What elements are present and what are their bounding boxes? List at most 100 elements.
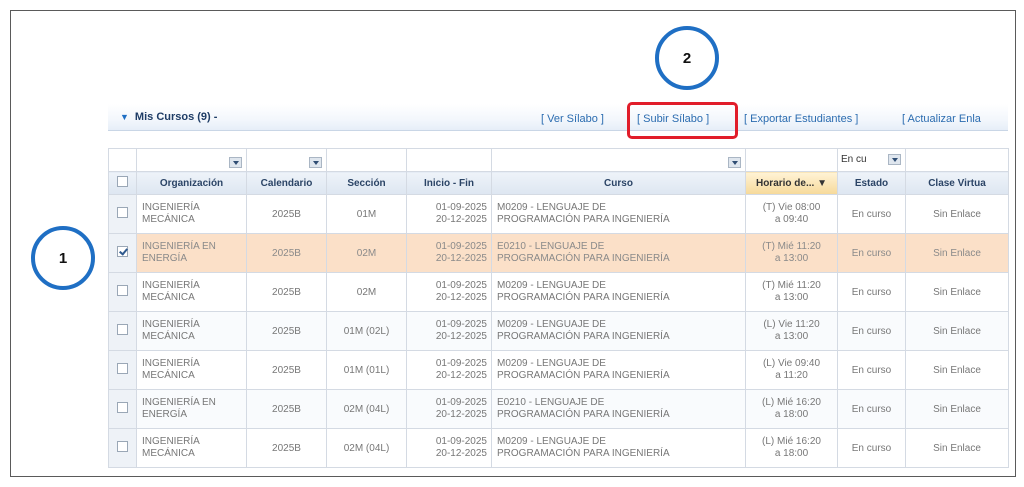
- cell-inicio-fin: 01-09-2025 20-12-2025: [406, 233, 492, 273]
- cell-horario: (T) Mié 11:20 a 13:00: [745, 233, 838, 273]
- header-row: Organización Calendario Sección Inicio -…: [108, 171, 1009, 195]
- dropdown-arrow-icon[interactable]: [888, 154, 901, 165]
- cell-curso: M0209 - LENGUAJE DE PROGRAMACIÓN PARA ING…: [491, 194, 746, 234]
- cell-curso: M0209 - LENGUAJE DE PROGRAMACIÓN PARA ING…: [491, 350, 746, 390]
- dropdown-arrow-icon[interactable]: [229, 157, 242, 168]
- actualizar-enlace-link[interactable]: [ Actualizar Enla: [902, 113, 981, 125]
- col-horario[interactable]: Horario de... ▼: [745, 171, 838, 195]
- courses-table: En cu Organización Calendario Sección In…: [108, 148, 1009, 468]
- cell-calendario: 2025B: [246, 233, 327, 273]
- cell-seccion: 02M: [326, 233, 407, 273]
- col-estado[interactable]: Estado: [837, 171, 906, 195]
- table-row[interactable]: INGENIERÍA EN ENERGÍA 2025B 02M 01-09-2025 20…: [108, 233, 1009, 273]
- col-curso[interactable]: Curso: [491, 171, 746, 195]
- row-checkbox[interactable]: [117, 363, 128, 374]
- table-row[interactable]: INGENIERÍA MECÁNICA 2025B 02M 01-09-2025 20-1…: [108, 272, 1009, 312]
- cell-estado: En curso: [837, 233, 906, 273]
- row-select-cell[interactable]: [108, 350, 137, 390]
- filter-seccion[interactable]: [326, 148, 407, 172]
- col-seccion[interactable]: Sección: [326, 171, 407, 195]
- table-row[interactable]: INGENIERÍA MECÁNICA 2025B 01M 01-09-2025 20-1…: [108, 194, 1009, 234]
- highlight-box-subir-silabo: [627, 102, 738, 139]
- row-select-cell[interactable]: [108, 272, 137, 312]
- filter-clase-virtual[interactable]: [905, 148, 1009, 172]
- cell-organizacion: INGENIERÍA EN ENERGÍA: [136, 389, 247, 429]
- ver-silabo-link[interactable]: [ Ver Sílabo ]: [541, 113, 604, 125]
- cell-seccion: 01M (01L): [326, 350, 407, 390]
- cell-curso: E0210 - LENGUAJE DE PROGRAMACIÓN PARA ING…: [491, 233, 746, 273]
- row-checkbox[interactable]: [117, 285, 128, 296]
- filter-estado[interactable]: En cu: [837, 148, 906, 172]
- cell-clase-virtual: Sin Enlace: [905, 389, 1009, 429]
- filter-inicio-fin[interactable]: [406, 148, 492, 172]
- cell-horario: (L) Mié 16:20 a 18:00: [745, 428, 838, 468]
- cell-horario: (T) Mié 11:20 a 13:00: [745, 272, 838, 312]
- cell-curso: M0209 - LENGUAJE DE PROGRAMACIÓN PARA ING…: [491, 428, 746, 468]
- cell-estado: En curso: [837, 428, 906, 468]
- row-checkbox[interactable]: [117, 246, 128, 257]
- row-select-cell[interactable]: [108, 233, 137, 273]
- dropdown-arrow-icon[interactable]: [728, 157, 741, 168]
- cell-organizacion: INGENIERÍA MECÁNICA: [136, 428, 247, 468]
- cell-horario: (L) Vie 11:20 a 13:00: [745, 311, 838, 351]
- callout-circle-2: 2: [655, 26, 719, 90]
- row-checkbox[interactable]: [117, 207, 128, 218]
- cell-estado: En curso: [837, 272, 906, 312]
- cell-clase-virtual: Sin Enlace: [905, 428, 1009, 468]
- table-row[interactable]: INGENIERÍA EN ENERGÍA 2025B 02M (04L) 01-09-…: [108, 389, 1009, 429]
- cell-organizacion: INGENIERÍA MECÁNICA: [136, 350, 247, 390]
- collapse-triangle-icon[interactable]: ▼: [120, 112, 129, 122]
- filter-organizacion[interactable]: [136, 148, 247, 172]
- col-calendario[interactable]: Calendario: [246, 171, 327, 195]
- row-select-cell[interactable]: [108, 194, 137, 234]
- filter-calendario[interactable]: [246, 148, 327, 172]
- cell-estado: En curso: [837, 311, 906, 351]
- table-row[interactable]: INGENIERÍA MECÁNICA 2025B 01M (01L) 01-09-20…: [108, 350, 1009, 390]
- cell-clase-virtual: Sin Enlace: [905, 194, 1009, 234]
- cell-organizacion: INGENIERÍA EN ENERGÍA: [136, 233, 247, 273]
- section-title[interactable]: ▼ Mis Cursos (9) -: [120, 111, 217, 123]
- table-row[interactable]: INGENIERÍA MECÁNICA 2025B 02M (04L) 01-09-20…: [108, 428, 1009, 468]
- cell-clase-virtual: Sin Enlace: [905, 311, 1009, 351]
- dropdown-arrow-icon[interactable]: [309, 157, 322, 168]
- select-all-checkbox[interactable]: [117, 176, 128, 187]
- cell-estado: En curso: [837, 350, 906, 390]
- cell-seccion: 02M: [326, 272, 407, 312]
- cell-calendario: 2025B: [246, 428, 327, 468]
- row-select-cell[interactable]: [108, 311, 137, 351]
- filter-horario[interactable]: [745, 148, 838, 172]
- cell-clase-virtual: Sin Enlace: [905, 272, 1009, 312]
- cell-organizacion: INGENIERÍA MECÁNICA: [136, 272, 247, 312]
- cell-calendario: 2025B: [246, 194, 327, 234]
- cell-calendario: 2025B: [246, 311, 327, 351]
- cell-inicio-fin: 01-09-2025 20-12-2025: [406, 350, 492, 390]
- cell-curso: M0209 - LENGUAJE DE PROGRAMACIÓN PARA ING…: [491, 272, 746, 312]
- section-title-text: Mis Cursos (9) -: [134, 111, 218, 123]
- table-row[interactable]: INGENIERÍA MECÁNICA 2025B 01M (02L) 01-09-20…: [108, 311, 1009, 351]
- cell-organizacion: INGENIERÍA MECÁNICA: [136, 194, 247, 234]
- row-checkbox[interactable]: [117, 402, 128, 413]
- row-checkbox[interactable]: [117, 324, 128, 335]
- callout-circle-1: 1: [31, 226, 95, 290]
- cell-clase-virtual: Sin Enlace: [905, 350, 1009, 390]
- exportar-estudiantes-link[interactable]: [ Exportar Estudiantes ]: [744, 113, 858, 125]
- cell-horario: (L) Mié 16:20 a 18:00: [745, 389, 838, 429]
- cell-calendario: 2025B: [246, 350, 327, 390]
- select-all-header[interactable]: [108, 171, 137, 195]
- cell-inicio-fin: 01-09-2025 20-12-2025: [406, 428, 492, 468]
- row-select-cell[interactable]: [108, 389, 137, 429]
- col-inicio-fin[interactable]: Inicio - Fin: [406, 171, 492, 195]
- row-checkbox[interactable]: [117, 441, 128, 452]
- cell-seccion: 02M (04L): [326, 428, 407, 468]
- cell-horario: (L) Vie 09:40 a 11:20: [745, 350, 838, 390]
- cell-curso: M0209 - LENGUAJE DE PROGRAMACIÓN PARA ING…: [491, 311, 746, 351]
- row-select-cell[interactable]: [108, 428, 137, 468]
- filter-curso[interactable]: [491, 148, 746, 172]
- cell-seccion: 01M (02L): [326, 311, 407, 351]
- col-clase-virtual[interactable]: Clase Virtua: [905, 171, 1009, 195]
- sort-desc-icon: ▼: [817, 177, 828, 189]
- cell-estado: En curso: [837, 389, 906, 429]
- col-organizacion[interactable]: Organización: [136, 171, 247, 195]
- cell-organizacion: INGENIERÍA MECÁNICA: [136, 311, 247, 351]
- cell-inicio-fin: 01-09-2025 20-12-2025: [406, 194, 492, 234]
